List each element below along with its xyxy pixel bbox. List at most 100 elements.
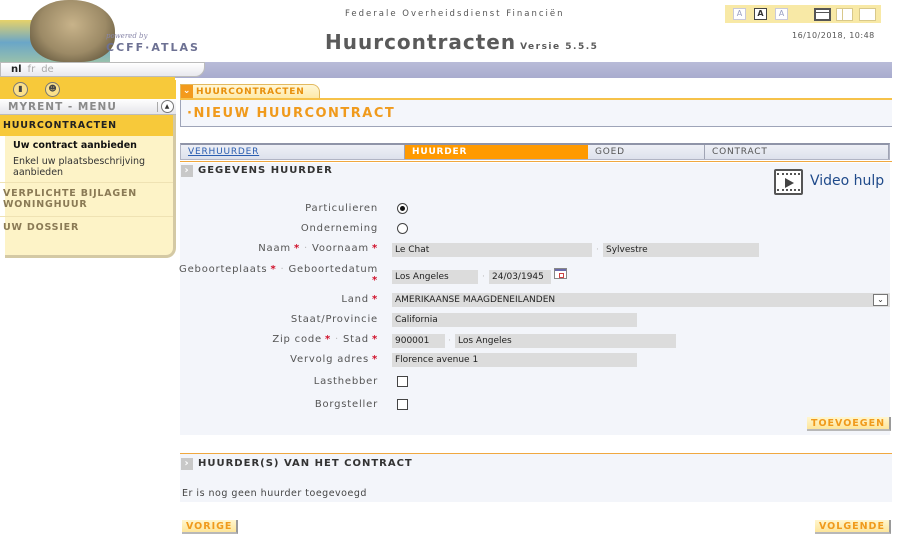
font-size-medium-button[interactable]: A — [754, 8, 767, 20]
required-marker: * — [270, 264, 277, 275]
sidebar-item-contract-aanbieden[interactable]: Uw contract aanbieden — [0, 136, 173, 153]
section-header-gegevens: › GEGEVENS HUURDER — [180, 163, 333, 179]
font-size-small-button[interactable]: A — [733, 8, 746, 20]
logo-statue-image — [30, 0, 115, 62]
required-marker: * — [371, 243, 378, 254]
stad-input[interactable]: Los Angeles — [455, 334, 676, 348]
layout-full-icon[interactable] — [859, 8, 876, 21]
logo-powered-by: powered by — [106, 32, 148, 40]
required-marker: * — [371, 294, 378, 305]
separator: · — [304, 243, 308, 254]
onderneming-label: Onderneming — [300, 223, 378, 234]
naam-input[interactable]: Le Chat — [392, 243, 592, 257]
particulieren-label: Particulieren — [305, 203, 378, 214]
particulieren-radio[interactable] — [397, 203, 408, 214]
zip-stad-label: Zip code * · Stad * — [272, 334, 378, 345]
language-fr[interactable]: fr — [28, 64, 36, 75]
chevron-right-icon: › — [181, 458, 193, 470]
sidebar-section-huurcontracten[interactable]: HUURCONTRACTEN — [0, 115, 173, 136]
geboorte-label: Geboorteplaats * · Geboortedatum * — [179, 264, 378, 286]
required-marker: * — [371, 275, 378, 286]
zip-label: Zip code — [272, 334, 322, 345]
stad-label: Stad — [343, 334, 369, 345]
separator: · — [482, 272, 485, 282]
sidebar-section-bijlagen[interactable]: VERPLICHTE BIJLAGEN WONINGHUUR — [0, 183, 173, 214]
section-title: GEGEVENS HUURDER — [198, 165, 333, 176]
layout-header-icon[interactable] — [814, 8, 831, 21]
huurders-list-panel: › HUURDER(S) VAN HET CONTRACT Er is nog … — [180, 453, 892, 502]
required-marker: * — [371, 354, 378, 365]
chevron-down-icon: ⌄ — [181, 85, 193, 99]
divider — [180, 161, 892, 162]
geboortedatum-label: Geboortedatum — [288, 264, 378, 275]
lasthebber-label: Lasthebber — [313, 376, 378, 387]
land-label: Land — [341, 294, 369, 305]
onderneming-radio[interactable] — [397, 223, 408, 234]
font-size-large-button[interactable]: A — [775, 8, 788, 20]
lasthebber-checkbox[interactable] — [397, 376, 408, 387]
sidebar-section-dossier[interactable]: UW DOSSIER — [0, 217, 173, 237]
separator: · — [335, 334, 340, 345]
voornaam-label: Voornaam — [311, 243, 369, 254]
adres-input[interactable]: Florence avenue 1 — [392, 353, 637, 367]
exit-icon[interactable]: ▮ — [13, 82, 28, 97]
separator: · — [280, 264, 285, 275]
logo-name: CCFF·ATLAS — [106, 41, 200, 54]
display-toolbar: A A A — [725, 5, 881, 23]
page: powered by CCFF·ATLAS Federale Overheids… — [0, 0, 902, 552]
sidebar: ▮ ☻ MYRENT - MENU ▲ HUURCONTRACTEN Uw co… — [0, 80, 176, 258]
breadcrumb-tab[interactable]: ⌄ HUURCONTRACTEN — [180, 84, 320, 99]
required-marker: * — [325, 334, 332, 345]
toevoegen-button[interactable]: TOEVOEGEN — [807, 417, 892, 431]
step-verhuurder[interactable]: VERHUURDER — [181, 145, 405, 159]
app-title-text: Huurcontracten — [325, 30, 517, 54]
step-goed: GOED — [588, 145, 705, 159]
zip-input[interactable]: 900001 — [392, 334, 445, 348]
adres-label: Vervolg adres — [290, 354, 369, 365]
collapse-up-icon[interactable]: ▲ — [161, 100, 174, 113]
sidebar-icon-bar: ▮ ☻ — [0, 80, 176, 99]
adres-label-wrap: Vervolg adres * — [290, 354, 378, 365]
language-de[interactable]: de — [41, 64, 54, 75]
video-film-icon — [774, 169, 803, 195]
language-nl[interactable]: nl — [11, 64, 22, 75]
borgsteller-label: Borgsteller — [314, 399, 378, 410]
vorige-button[interactable]: VORIGE — [182, 520, 239, 534]
voornaam-input[interactable]: Sylvestre — [603, 243, 759, 257]
geboorteplaats-input[interactable]: Los Angeles — [392, 270, 478, 284]
calendar-icon[interactable] — [554, 268, 567, 279]
app-version: Versie 5.5.5 — [520, 42, 599, 52]
section-header-huurders: › HUURDER(S) VAN HET CONTRACT — [180, 456, 413, 472]
naam-voornaam-label: Naam * · Voornaam * — [258, 243, 378, 254]
geboorteplaats-label: Geboorteplaats — [179, 264, 268, 275]
sidebar-menu-title: MYRENT - MENU — [8, 101, 117, 113]
volgende-button[interactable]: VOLGENDE — [815, 520, 891, 534]
separator: · — [596, 245, 599, 255]
chevron-right-icon: › — [181, 165, 193, 177]
step-huurder[interactable]: HUURDER — [405, 145, 588, 159]
sidebar-menu-header: MYRENT - MENU ▲ — [0, 99, 176, 115]
divider — [180, 100, 181, 126]
huurder-form-panel: › GEGEVENS HUURDER Video hulp Particulie… — [179, 163, 892, 435]
user-profile-icon[interactable]: ☻ — [45, 82, 60, 97]
breadcrumb-label: HUURCONTRACTEN — [196, 87, 305, 97]
divider — [157, 102, 158, 112]
staat-input[interactable]: California — [392, 313, 637, 327]
land-select[interactable]: AMERIKAANSE MAAGDENEILANDEN — [392, 293, 890, 307]
naam-label: Naam — [258, 243, 291, 254]
layout-columns-icon[interactable] — [836, 8, 853, 21]
geboortedatum-input[interactable]: 24/03/1945 — [489, 270, 551, 284]
play-icon — [785, 178, 794, 188]
section-title: HUURDER(S) VAN HET CONTRACT — [198, 458, 413, 469]
header-bar — [175, 62, 892, 78]
wizard-steps: VERHUURDER HUURDER GOED CONTRACT — [180, 143, 890, 160]
language-switcher: nl fr de — [0, 62, 205, 77]
borgsteller-checkbox[interactable] — [397, 399, 408, 410]
chevron-down-icon[interactable]: ⌄ — [873, 294, 888, 306]
sidebar-item-plaatsbeschrijving[interactable]: Enkel uw plaatsbeschrijving aanbieden — [0, 153, 173, 180]
organization-name: Federale Overheidsdienst Financiën — [345, 9, 565, 19]
video-help-label: Video hulp — [810, 173, 885, 189]
app-title: Huurcontracten Versie 5.5.5 — [325, 30, 598, 54]
page-title-box: ·NIEUW HUURCONTRACT — [180, 98, 892, 127]
required-marker: * — [293, 243, 300, 254]
